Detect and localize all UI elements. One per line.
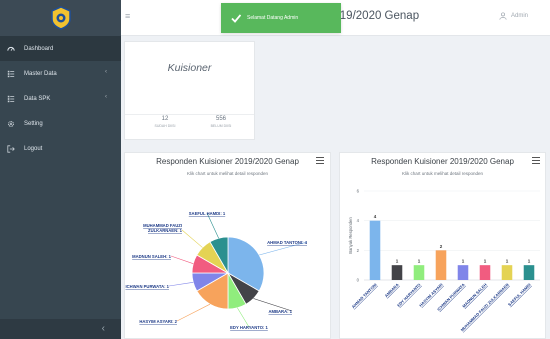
bar-value-label: 1 xyxy=(396,259,399,264)
pie-connector xyxy=(168,282,194,287)
sidebar-item-label: Dashboard xyxy=(24,45,54,52)
pie-data-label[interactable]: SAEFUL HAMDI: 1 xyxy=(189,211,226,216)
sidebar-item-master-data[interactable]: Master Data ‹ xyxy=(0,61,121,86)
chevron-left-icon: ‹ xyxy=(105,69,107,75)
bar-value-label: 2 xyxy=(440,244,443,249)
bar-ahmad-tantoni[interactable] xyxy=(369,220,381,280)
user-name: Admin xyxy=(510,13,528,19)
hamburger-menu-icon[interactable]: ≡ xyxy=(125,11,130,21)
pie-data-label[interactable]: AHMAD TANTONI: 4 xyxy=(267,240,308,245)
y-tick-label: 0 xyxy=(357,278,360,283)
pie-data-label[interactable]: MADNUN SALEH: 1 xyxy=(132,254,172,259)
sidebar-item-setting[interactable]: Setting xyxy=(0,111,121,136)
list-icon xyxy=(6,69,16,79)
pie-data-label[interactable]: MUHAMMAD FAUZI ZULKARNAEN: 1 xyxy=(143,223,183,233)
stat-filled: 12 SUDAH DIISI xyxy=(147,116,183,128)
chevron-left-icon: ‹ xyxy=(105,94,107,100)
y-axis-label: Banyak Responden xyxy=(348,217,353,254)
logo-area xyxy=(0,0,121,36)
y-tick-label: 6 xyxy=(357,189,360,194)
sidebar: Dashboard Master Data ‹ Data SPK ‹ Setti… xyxy=(0,0,121,339)
user-icon xyxy=(499,12,507,20)
stat-unfilled: 556 BELUM DIISI xyxy=(203,116,239,128)
sidebar-nav: Dashboard Master Data ‹ Data SPK ‹ Setti… xyxy=(0,36,121,161)
sidebar-item-label: Logout xyxy=(24,145,43,152)
chart-menu-icon[interactable] xyxy=(532,157,540,165)
user-menu[interactable]: Admin xyxy=(499,12,528,20)
sidebar-item-label: Setting xyxy=(24,120,43,127)
bar-muhammad-fauzi-zulkarnaen[interactable] xyxy=(501,265,513,280)
bar-value-label: 1 xyxy=(418,259,421,264)
sidebar-item-label: Master Data xyxy=(24,70,57,77)
bar-value-label: 1 xyxy=(506,259,509,264)
pie-connector xyxy=(170,255,194,264)
chart-menu-icon[interactable] xyxy=(316,157,324,165)
dashboard-icon xyxy=(6,44,16,54)
bar-chart-card: Responden Kuisioner 2019/2020 Genap Klik… xyxy=(339,152,546,339)
pie-connector xyxy=(206,212,219,239)
collapse-sidebar-icon[interactable]: ‹ xyxy=(102,323,105,334)
x-tick-label[interactable]: MUHAMMAD FAUZI ZULKARNAEN xyxy=(460,282,510,332)
chart-title: Responden Kuisioner 2019/2020 Genap xyxy=(156,157,299,166)
y-tick-label: 4 xyxy=(357,218,360,223)
check-icon xyxy=(231,14,241,23)
welcome-toast[interactable]: Selamat Datang Admin xyxy=(221,3,341,33)
bar-madnun-saleh[interactable] xyxy=(479,265,491,280)
sidebar-item-logout[interactable]: Logout xyxy=(0,136,121,161)
sidebar-footer: ‹ xyxy=(0,319,121,339)
pie-connector xyxy=(181,229,203,248)
sidebar-item-label: Data SPK xyxy=(24,95,51,102)
kuisioner-title: Kuisioner xyxy=(167,62,212,74)
bar-hasyim-asyari[interactable] xyxy=(435,250,447,280)
logout-icon xyxy=(6,144,16,154)
bar-value-label: 1 xyxy=(484,259,487,264)
divider xyxy=(125,114,254,115)
stat-label: BELUM DIISI xyxy=(210,124,232,128)
university-emblem-icon[interactable] xyxy=(49,6,73,30)
toast-message: Selamat Datang Admin xyxy=(247,15,299,21)
kuisioner-card[interactable]: Kuisioner 12 SUDAH DIISI 556 BELUM DIISI xyxy=(124,41,255,140)
bar-ichwan-purwata[interactable] xyxy=(457,265,469,280)
x-tick-label[interactable]: SAEFUL HAMDI xyxy=(507,282,532,307)
x-tick-label[interactable]: AMBARA xyxy=(384,282,400,298)
pie-data-label[interactable]: ICHWAN PURWATA: 1 xyxy=(125,284,169,289)
pie-connector xyxy=(176,303,211,322)
y-tick-label: 2 xyxy=(357,248,360,253)
sidebar-item-dashboard[interactable]: Dashboard xyxy=(0,36,121,61)
x-tick-label[interactable]: AHMAD TANTONI xyxy=(351,282,378,309)
pie-chart-card: Responden Kuisioner 2019/2020 Genap Klik… xyxy=(124,152,331,339)
gear-icon xyxy=(6,119,16,129)
chart-title: Responden Kuisioner 2019/2020 Genap xyxy=(371,157,514,166)
bar-value-label: 1 xyxy=(528,259,531,264)
pie-data-label[interactable]: AMBARA: 1 xyxy=(269,309,293,314)
stat-value: 12 xyxy=(161,116,169,122)
chart-subtitle: Klik chart untuk melihat detail responde… xyxy=(401,171,484,176)
bar-edy-haryanto[interactable] xyxy=(413,265,425,280)
pie-data-label[interactable]: EDY HARYANTO: 1 xyxy=(230,325,268,330)
stat-value: 556 xyxy=(215,116,226,122)
bar-saeful-hamdi[interactable] xyxy=(523,265,535,280)
bar-ambara[interactable] xyxy=(391,265,403,280)
bar-value-label: 4 xyxy=(374,214,377,219)
chart-subtitle: Klik chart untuk melihat detail responde… xyxy=(186,171,269,176)
sidebar-item-data-spk[interactable]: Data SPK ‹ xyxy=(0,86,121,111)
bar-value-label: 1 xyxy=(462,259,465,264)
pie-chart[interactable]: AHMAD TANTONI: 4 AMBARA: 1 EDY HARYANTO: 1… xyxy=(125,181,332,339)
pie-data-label[interactable]: HASYIM ASYARI: 2 xyxy=(139,319,177,324)
stat-label: SUDAH DIISI xyxy=(154,124,176,128)
bar-chart[interactable]: 0 2 4 6 Banyak Responden 4 AHMAD TANTONI 1 AMBAR… xyxy=(340,181,547,339)
list-icon xyxy=(6,94,16,104)
